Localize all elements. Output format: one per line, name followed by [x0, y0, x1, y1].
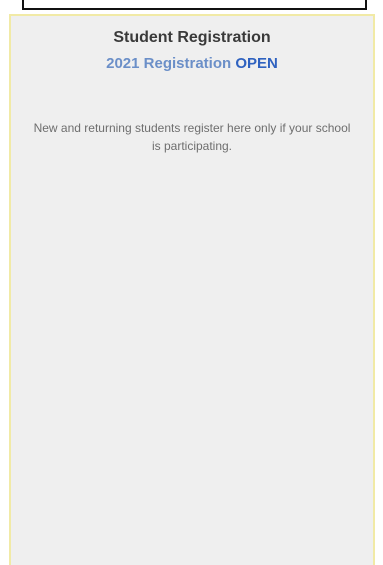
student-registration-panel[interactable]: Student Registration 2021 Registration O… — [9, 14, 375, 565]
top-frame — [22, 0, 367, 10]
panel-title: Student Registration — [113, 29, 271, 46]
registration-status-badge: OPEN — [235, 55, 278, 72]
registration-year-label: 2021 Registration — [106, 55, 232, 72]
registration-status-line: 2021 Registration OPEN — [11, 55, 373, 72]
registration-description: New and returning students register here… — [33, 121, 351, 153]
